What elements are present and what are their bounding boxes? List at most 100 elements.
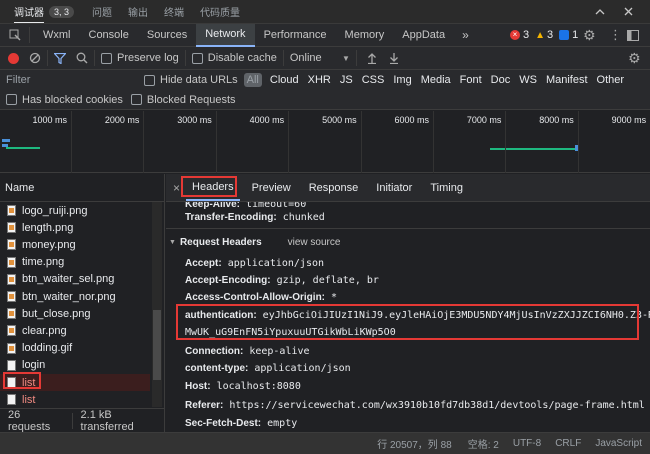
request-list-item[interactable]: btn_waiter_nor.png (0, 288, 150, 305)
element-picker-icon[interactable] (3, 29, 27, 41)
more-tabs-button[interactable]: » (462, 28, 469, 42)
request-name: list (22, 393, 36, 406)
timeline-gridline (71, 111, 72, 173)
blocked-requests-checkbox[interactable]: Blocked Requests (130, 94, 236, 106)
detail-tab-response[interactable]: Response (303, 175, 365, 201)
blocked-filter-row: Has blocked cookies Blocked Requests (0, 90, 650, 110)
header-line: Referer: https://servicewechat.com/wx3910… (185, 400, 645, 411)
request-list-item[interactable]: logo_ruiji.png (0, 202, 150, 219)
filter-icon[interactable] (54, 52, 66, 64)
request-name: but_close.png (22, 307, 91, 320)
timeline-tick-label: 5000 ms (322, 115, 357, 125)
timeline-bar (2, 139, 10, 142)
throttling-select[interactable]: Online ▼ (290, 52, 350, 64)
close-detail-icon[interactable]: × (173, 181, 180, 195)
request-list-item[interactable]: lodding.gif (0, 340, 150, 357)
devtools-tab-bar: Wxml Console Sources Network Performance Memo… (0, 23, 650, 47)
collapse-up-icon[interactable] (592, 4, 608, 20)
tab-debugger[interactable]: 调试器 (14, 1, 44, 23)
timeline-tick-label: 6000 ms (394, 115, 429, 125)
type-filter-other[interactable]: Other (597, 74, 625, 86)
request-name: btn_waiter_nor.png (22, 290, 116, 303)
timeline-gridline (143, 111, 145, 173)
language-mode[interactable]: JavaScript (595, 438, 642, 449)
detail-tab-initiator[interactable]: Initiator (370, 175, 418, 201)
tab-wxml[interactable]: Wxml (34, 24, 80, 47)
tab-console[interactable]: Console (80, 24, 138, 47)
network-settings-gear-icon[interactable]: ⚙ (628, 50, 641, 67)
request-headers-section[interactable]: ▼ Request Headers view source (169, 234, 340, 251)
timeline-gridline (288, 111, 290, 173)
type-filter-doc[interactable]: Doc (491, 74, 511, 86)
request-list-item[interactable]: money.png (0, 236, 150, 253)
detail-tab-preview[interactable]: Preview (246, 175, 297, 201)
header-line: Accept-Encoding: gzip, deflate, br (185, 275, 379, 286)
image-icon (7, 222, 16, 234)
name-column-header[interactable]: Name (0, 174, 164, 202)
status-bar: 行 20507，列 88 空格: 2 UTF-8 CRLF JavaScript (0, 432, 650, 454)
header-line: Sec-Fetch-Dest: empty (185, 418, 298, 429)
request-list-item[interactable]: but_close.png (0, 305, 150, 322)
request-list-item[interactable]: length.png (0, 219, 150, 236)
type-filter-all[interactable]: All (243, 73, 262, 87)
dock-side-icon[interactable] (627, 29, 639, 41)
filter-input[interactable]: Filter (6, 74, 144, 86)
tab-network[interactable]: Network (196, 23, 255, 47)
has-blocked-cookies-checkbox[interactable]: Has blocked cookies (6, 94, 123, 106)
tab-terminal[interactable]: 终端 (164, 4, 184, 19)
preserve-log-checkbox[interactable]: Preserve log (101, 52, 179, 64)
more-vertical-icon[interactable]: ⋮ (609, 27, 622, 43)
type-filter-js[interactable]: JS (340, 74, 353, 86)
request-list: Name logo_ruiji.png length.png money.png ti… (0, 174, 165, 433)
hide-data-urls-checkbox[interactable]: Hide data URLs (144, 74, 238, 86)
tab-performance[interactable]: Performance (255, 24, 336, 47)
tab-issues[interactable]: 问题 (92, 4, 112, 19)
tab-code-quality[interactable]: 代码质量 (200, 4, 240, 19)
triangle-down-icon: ▼ (169, 239, 176, 246)
request-name: btn_waiter_sel.png (22, 273, 115, 286)
disable-cache-checkbox[interactable]: Disable cache (191, 52, 277, 64)
tab-sources[interactable]: Sources (138, 24, 196, 47)
clear-icon[interactable] (29, 52, 41, 64)
warning-count-value: 3 (547, 29, 554, 41)
settings-gear-icon[interactable]: ⚙ (583, 27, 596, 44)
throttling-value: Online (289, 52, 322, 64)
request-list-item[interactable]: clear.png (0, 322, 150, 339)
error-count[interactable]: × 3 ▲ 3 1 (510, 29, 578, 41)
import-har-icon[interactable] (367, 52, 377, 64)
tab-memory[interactable]: Memory (336, 24, 394, 47)
detail-tab-timing[interactable]: Timing (424, 175, 469, 201)
request-list-item[interactable]: btn_waiter_sel.png (0, 271, 150, 288)
request-name: lodding.gif (22, 342, 73, 355)
export-har-icon[interactable] (389, 52, 399, 64)
record-button[interactable] (8, 52, 19, 64)
view-source-link[interactable]: view source (288, 237, 341, 248)
type-filter-media[interactable]: Media (421, 74, 451, 86)
tab-appdata[interactable]: AppData (393, 24, 454, 47)
tab-output[interactable]: 输出 (128, 4, 148, 19)
timeline-overview[interactable]: 1000 ms 2000 ms 3000 ms 4000 ms 5000 ms 6000 … (0, 111, 650, 173)
request-name: length.png (22, 221, 74, 234)
line-ending[interactable]: CRLF (555, 438, 581, 449)
type-filter-img[interactable]: Img (393, 74, 411, 86)
type-filter-ws[interactable]: WS (519, 74, 537, 86)
highlight-box (176, 304, 639, 340)
file-encoding[interactable]: UTF-8 (513, 438, 541, 449)
request-list-scrollbar[interactable] (152, 202, 162, 407)
close-panel-icon[interactable] (620, 4, 636, 20)
image-icon (7, 291, 16, 302)
header-line: content-type: application/json (185, 363, 351, 374)
type-filter-manifest[interactable]: Manifest (546, 74, 588, 86)
type-filter-xhr[interactable]: XHR (308, 74, 331, 86)
debugger-badge: 3, 3 (49, 5, 75, 18)
search-icon[interactable] (76, 52, 88, 64)
warning-icon: ▲ (535, 29, 546, 41)
indent-setting[interactable]: 空格: 2 (468, 436, 499, 451)
cursor-position[interactable]: 行 20507，列 88 (377, 436, 452, 451)
type-filter-font[interactable]: Font (460, 74, 482, 86)
type-filter-cloud[interactable]: Cloud (270, 74, 299, 86)
request-list-item[interactable]: list (0, 391, 150, 406)
type-filter-css[interactable]: CSS (362, 74, 385, 86)
request-list-item[interactable]: time.png (0, 254, 150, 271)
timeline-bar (490, 148, 575, 150)
